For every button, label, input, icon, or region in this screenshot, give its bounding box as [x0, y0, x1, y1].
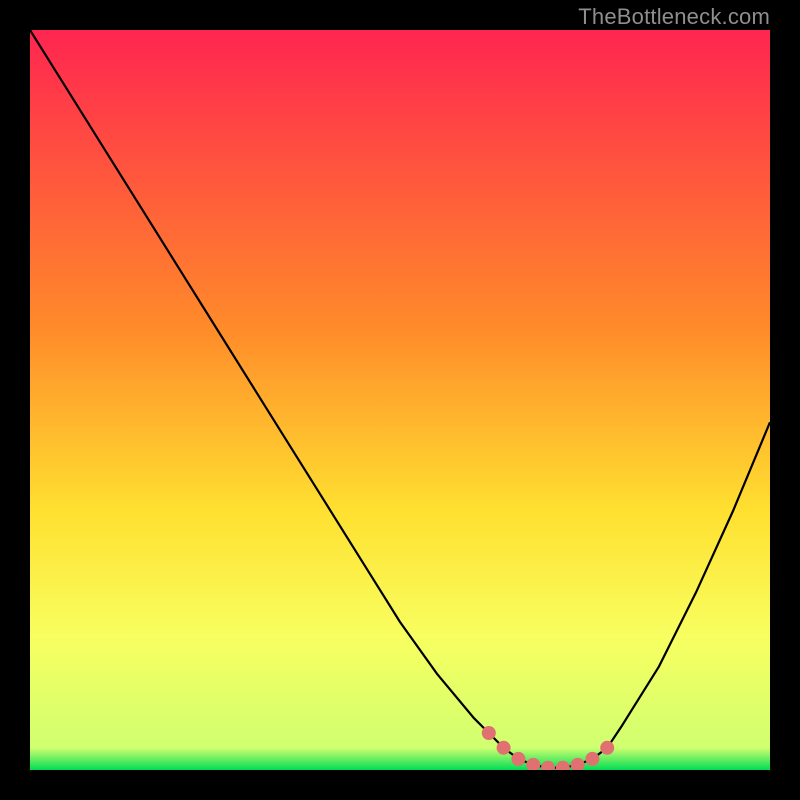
chart-frame: TheBottleneck.com	[0, 0, 800, 800]
marker-dot	[497, 741, 511, 755]
chart-svg	[30, 30, 770, 770]
gradient-background	[30, 30, 770, 770]
marker-dot	[600, 741, 614, 755]
watermark-label: TheBottleneck.com	[578, 4, 770, 30]
marker-dot	[482, 726, 496, 740]
plot-area	[30, 30, 770, 770]
marker-dot	[585, 752, 599, 766]
marker-dot	[511, 752, 525, 766]
